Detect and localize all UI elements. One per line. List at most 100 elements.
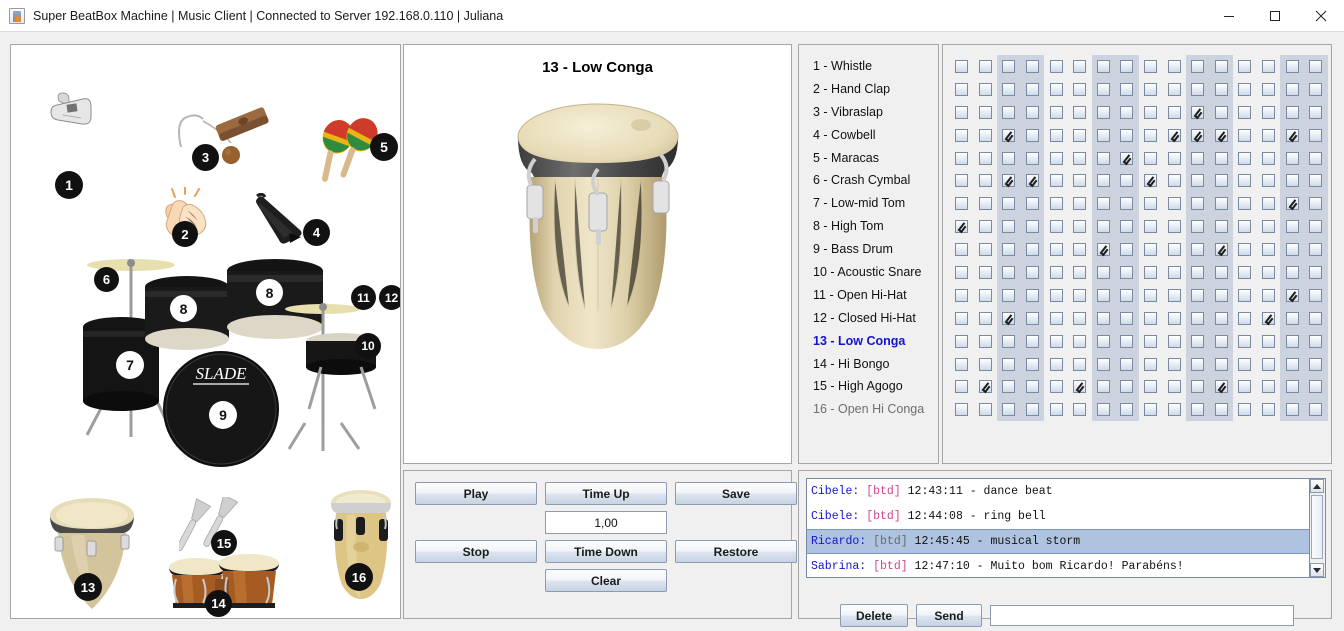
beat-checkbox-r1-c14[interactable] (1262, 59, 1276, 73)
beat-checkbox-r11-c5[interactable] (1049, 288, 1063, 302)
beat-checkbox-r16-c12[interactable] (1214, 403, 1228, 417)
beat-checkbox-r6-c4[interactable] (1026, 174, 1040, 188)
beat-checkbox-r6-c1[interactable] (955, 174, 969, 188)
beat-checkbox-r3-c3[interactable] (1002, 105, 1016, 119)
beat-checkbox-r16-c2[interactable] (978, 403, 992, 417)
beat-checkbox-r11-c13[interactable] (1238, 288, 1252, 302)
beat-checkbox-r7-c9[interactable] (1144, 197, 1158, 211)
close-icon[interactable] (1298, 0, 1344, 32)
beat-checkbox-r16-c13[interactable] (1238, 403, 1252, 417)
beat-checkbox-r1-c2[interactable] (978, 59, 992, 73)
beat-checkbox-r6-c5[interactable] (1049, 174, 1063, 188)
beat-checkbox-r2-c4[interactable] (1026, 82, 1040, 96)
beat-checkbox-r2-c12[interactable] (1214, 82, 1228, 96)
beat-checkbox-r10-c14[interactable] (1262, 265, 1276, 279)
beat-checkbox-r1-c11[interactable] (1191, 59, 1205, 73)
beat-checkbox-r12-c11[interactable] (1191, 311, 1205, 325)
beat-checkbox-r13-c2[interactable] (978, 334, 992, 348)
beat-checkbox-r15-c3[interactable] (1002, 380, 1016, 394)
beat-checkbox-r3-c14[interactable] (1262, 105, 1276, 119)
beat-checkbox-r4-c6[interactable] (1073, 128, 1087, 142)
beat-checkbox-r4-c16[interactable] (1309, 128, 1323, 142)
beat-checkbox-r8-c15[interactable] (1285, 220, 1299, 234)
beat-checkbox-r7-c8[interactable] (1120, 197, 1134, 211)
beat-checkbox-r13-c5[interactable] (1049, 334, 1063, 348)
beat-checkbox-r5-c9[interactable] (1144, 151, 1158, 165)
beat-checkbox-r2-c16[interactable] (1309, 82, 1323, 96)
beat-checkbox-r12-c16[interactable] (1309, 311, 1323, 325)
beat-checkbox-r11-c8[interactable] (1120, 288, 1134, 302)
beat-checkbox-r3-c15[interactable] (1285, 105, 1299, 119)
beat-checkbox-r14-c15[interactable] (1285, 357, 1299, 371)
maximize-icon[interactable] (1252, 0, 1298, 32)
clear-button[interactable]: Clear (545, 569, 667, 592)
scroll-down-icon[interactable] (1310, 563, 1324, 577)
beat-checkbox-r7-c12[interactable] (1214, 197, 1228, 211)
beat-checkbox-r14-c8[interactable] (1120, 357, 1134, 371)
beat-checkbox-r7-c14[interactable] (1262, 197, 1276, 211)
beat-checkbox-r16-c3[interactable] (1002, 403, 1016, 417)
instrument-list-item-4[interactable]: 4 - Cowbell (799, 124, 938, 147)
beat-checkbox-r10-c12[interactable] (1214, 265, 1228, 279)
minimize-icon[interactable] (1206, 0, 1252, 32)
beat-checkbox-r13-c6[interactable] (1073, 334, 1087, 348)
chat-message-list[interactable]: Cibele: [btd] 12:43:11 - dance beat Cibel… (806, 478, 1310, 578)
beat-checkbox-r10-c16[interactable] (1309, 265, 1323, 279)
beat-checkbox-r4-c9[interactable] (1144, 128, 1158, 142)
beat-checkbox-r9-c11[interactable] (1191, 243, 1205, 257)
beat-checkbox-r8-c5[interactable] (1049, 220, 1063, 234)
instrument-list-item-15[interactable]: 15 - High Agogo (799, 375, 938, 398)
beat-checkbox-r15-c4[interactable] (1026, 380, 1040, 394)
beat-checkbox-r14-c14[interactable] (1262, 357, 1276, 371)
beat-checkbox-r1-c6[interactable] (1073, 59, 1087, 73)
beat-checkbox-r9-c14[interactable] (1262, 243, 1276, 257)
beat-checkbox-r6-c11[interactable] (1191, 174, 1205, 188)
restore-button[interactable]: Restore (675, 540, 797, 563)
beat-checkbox-r11-c4[interactable] (1026, 288, 1040, 302)
time-up-button[interactable]: Time Up (545, 482, 667, 505)
beat-checkbox-r4-c7[interactable] (1096, 128, 1110, 142)
beat-checkbox-r10-c5[interactable] (1049, 265, 1063, 279)
beat-checkbox-r13-c1[interactable] (955, 334, 969, 348)
beat-checkbox-r6-c3[interactable] (1002, 174, 1016, 188)
beat-checkbox-r10-c7[interactable] (1096, 265, 1110, 279)
instrument-list-item-14[interactable]: 14 - Hi Bongo (799, 353, 938, 376)
beat-checkbox-r9-c4[interactable] (1026, 243, 1040, 257)
beat-checkbox-r2-c3[interactable] (1002, 82, 1016, 96)
beat-checkbox-r8-c6[interactable] (1073, 220, 1087, 234)
beat-checkbox-r4-c3[interactable] (1002, 128, 1016, 142)
beat-checkbox-r15-c12[interactable] (1214, 380, 1228, 394)
beat-checkbox-r4-c11[interactable] (1191, 128, 1205, 142)
beat-checkbox-r7-c6[interactable] (1073, 197, 1087, 211)
beat-checkbox-r8-c2[interactable] (978, 220, 992, 234)
beat-checkbox-r10-c1[interactable] (955, 265, 969, 279)
beat-checkbox-r10-c6[interactable] (1073, 265, 1087, 279)
beat-checkbox-r11-c11[interactable] (1191, 288, 1205, 302)
beat-checkbox-r7-c10[interactable] (1167, 197, 1181, 211)
beat-checkbox-r3-c1[interactable] (955, 105, 969, 119)
beat-checkbox-r6-c15[interactable] (1285, 174, 1299, 188)
beat-checkbox-r8-c4[interactable] (1026, 220, 1040, 234)
beat-checkbox-r9-c3[interactable] (1002, 243, 1016, 257)
play-button[interactable]: Play (415, 482, 537, 505)
beat-checkbox-r5-c14[interactable] (1262, 151, 1276, 165)
beat-checkbox-r5-c16[interactable] (1309, 151, 1323, 165)
beat-checkbox-r6-c9[interactable] (1144, 174, 1158, 188)
beat-checkbox-r6-c13[interactable] (1238, 174, 1252, 188)
beat-checkbox-r3-c2[interactable] (978, 105, 992, 119)
beat-checkbox-r16-c6[interactable] (1073, 403, 1087, 417)
beat-checkbox-r5-c2[interactable] (978, 151, 992, 165)
beat-checkbox-r10-c8[interactable] (1120, 265, 1134, 279)
beat-checkbox-r14-c5[interactable] (1049, 357, 1063, 371)
beat-checkbox-r1-c5[interactable] (1049, 59, 1063, 73)
beat-checkbox-r14-c10[interactable] (1167, 357, 1181, 371)
beat-checkbox-r2-c2[interactable] (978, 82, 992, 96)
beat-checkbox-r13-c16[interactable] (1309, 334, 1323, 348)
beat-checkbox-r6-c10[interactable] (1167, 174, 1181, 188)
instrument-list-item-1[interactable]: 1 - Whistle (799, 55, 938, 78)
beat-checkbox-r13-c9[interactable] (1144, 334, 1158, 348)
beat-checkbox-r7-c1[interactable] (955, 197, 969, 211)
beat-checkbox-r9-c13[interactable] (1238, 243, 1252, 257)
beat-checkbox-r14-c13[interactable] (1238, 357, 1252, 371)
beat-checkbox-r16-c9[interactable] (1144, 403, 1158, 417)
